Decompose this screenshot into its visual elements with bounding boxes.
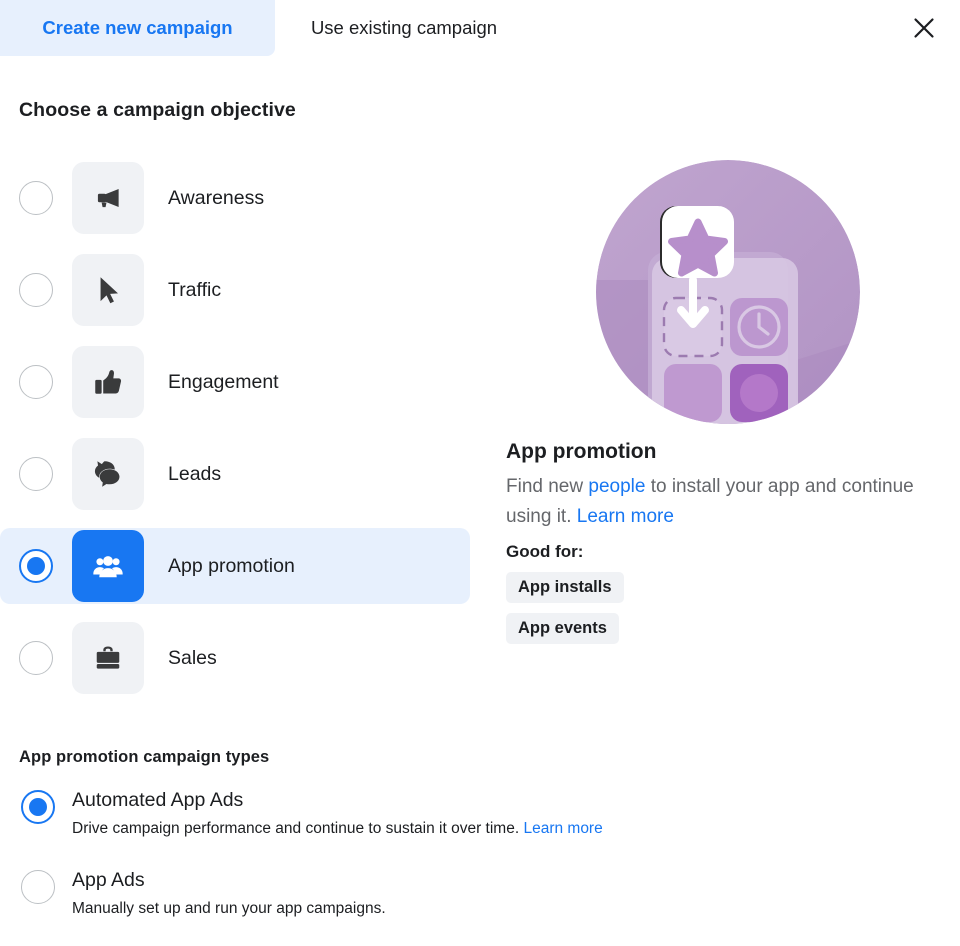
- campaign-type-desc-text-app-ads: Manually set up and run your app campaig…: [72, 900, 386, 917]
- briefcase-icon: [91, 641, 125, 675]
- radio-engagement[interactable]: [19, 365, 53, 399]
- radio-sales[interactable]: [19, 641, 53, 675]
- objective-icon-tile-sales: [72, 622, 144, 694]
- objective-icon-tile-awareness: [72, 162, 144, 234]
- objective-section-heading: Choose a campaign objective: [19, 99, 296, 121]
- objective-label-sales: Sales: [168, 646, 217, 669]
- tab-create-new-campaign-label: Create new campaign: [42, 17, 233, 38]
- tab-create-new-campaign[interactable]: Create new campaign: [0, 0, 275, 56]
- tab-use-existing-campaign[interactable]: Use existing campaign: [275, 0, 533, 56]
- thumbs-up-icon: [91, 365, 125, 399]
- learn-more-link-automated-app-ads[interactable]: Learn more: [523, 820, 602, 837]
- objective-label-app-promotion: App promotion: [168, 554, 295, 577]
- objective-icon-tile-traffic: [72, 254, 144, 326]
- chip-row-app-installs: App installs: [506, 562, 946, 603]
- objective-row-awareness[interactable]: Awareness: [0, 160, 480, 236]
- objective-label-leads: Leads: [168, 462, 222, 485]
- objective-row-traffic[interactable]: Traffic: [0, 252, 480, 328]
- chip-row-app-events: App events: [506, 603, 946, 644]
- campaign-type-desc-automated-app-ads: Drive campaign performance and continue …: [72, 818, 800, 840]
- tab-use-existing-campaign-label: Use existing campaign: [310, 17, 498, 38]
- radio-awareness[interactable]: [19, 181, 53, 215]
- objective-row-app-promotion[interactable]: App promotion: [0, 528, 470, 604]
- detail-title: App promotion: [506, 440, 657, 463]
- objective-icon-tile-leads: [72, 438, 144, 510]
- chat-bubbles-icon: [91, 457, 125, 491]
- objective-row-engagement[interactable]: Engagement: [0, 344, 480, 420]
- app-promotion-illustration: [596, 160, 860, 424]
- objective-row-leads[interactable]: Leads: [0, 436, 480, 512]
- campaign-types-list: Automated App Ads Drive campaign perform…: [0, 786, 800, 946]
- radio-leads[interactable]: [19, 457, 53, 491]
- cursor-icon: [91, 273, 125, 307]
- campaign-types-heading: App promotion campaign types: [19, 748, 270, 766]
- radio-app-promotion[interactable]: [19, 549, 53, 583]
- campaign-type-name-automated-app-ads: Automated App Ads: [72, 789, 244, 811]
- detail-desc-part1: Find new: [506, 476, 589, 497]
- radio-app-ads[interactable]: [21, 870, 55, 904]
- radio-automated-app-ads[interactable]: [21, 790, 55, 824]
- campaign-type-name-app-ads: App Ads: [72, 869, 145, 891]
- objective-icon-tile-app-promotion: [72, 530, 144, 602]
- close-button[interactable]: [906, 10, 942, 46]
- chip-app-events: App events: [506, 613, 619, 644]
- create-campaign-dialog: Create new campaign Use existing campaig…: [0, 0, 960, 946]
- people-link[interactable]: people: [588, 476, 645, 497]
- objective-label-traffic: Traffic: [168, 278, 222, 301]
- objective-row-sales[interactable]: Sales: [0, 620, 480, 696]
- detail-description: Find new people to install your app and …: [506, 472, 916, 532]
- good-for-label: Good for:: [506, 542, 584, 561]
- close-icon: [911, 15, 937, 41]
- radio-traffic[interactable]: [19, 273, 53, 307]
- campaign-type-desc-text-automated: Drive campaign performance and continue …: [72, 820, 524, 837]
- objective-icon-tile-engagement: [72, 346, 144, 418]
- people-group-icon: [91, 549, 125, 583]
- megaphone-icon: [91, 181, 125, 215]
- campaign-type-desc-app-ads: Manually set up and run your app campaig…: [72, 898, 800, 920]
- chip-app-installs: App installs: [506, 572, 624, 603]
- objective-label-awareness: Awareness: [168, 186, 265, 209]
- objective-detail-panel: App promotion Find new people to install…: [506, 160, 946, 644]
- campaign-type-row-automated-app-ads[interactable]: Automated App Ads Drive campaign perform…: [0, 786, 800, 840]
- objective-label-engagement: Engagement: [168, 370, 279, 393]
- learn-more-link[interactable]: Learn more: [577, 506, 674, 527]
- campaign-type-row-app-ads[interactable]: App Ads Manually set up and run your app…: [0, 866, 800, 920]
- objective-list: Awareness Traffic Engagement Leads App p…: [0, 160, 480, 712]
- tab-bar: Create new campaign Use existing campaig…: [0, 0, 960, 56]
